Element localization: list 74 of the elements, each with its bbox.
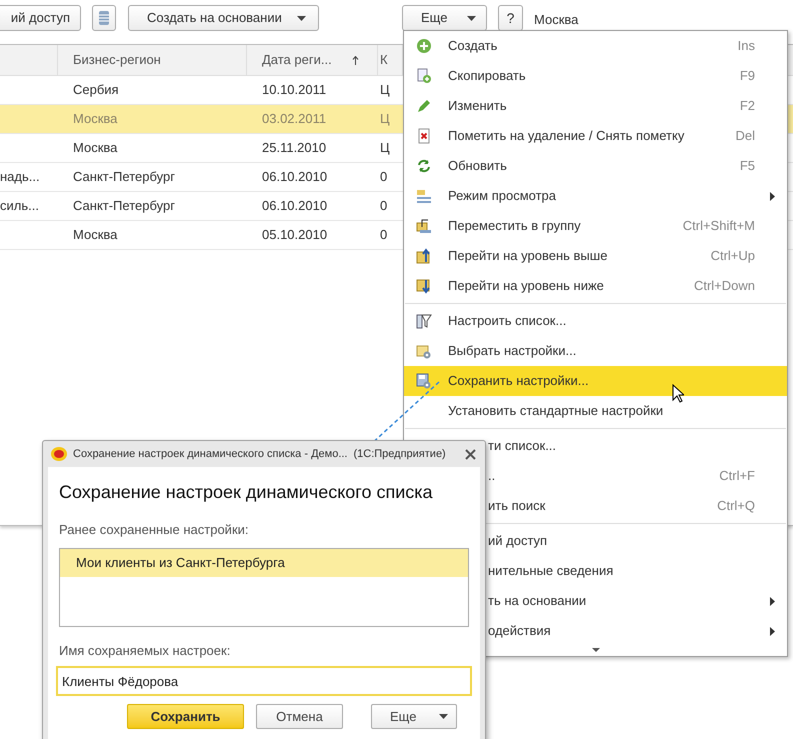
- table-cell-text: 25.11.2010: [262, 139, 326, 158]
- table-cell-text: Ц: [380, 81, 390, 100]
- table-cell-text: Санкт-Петербург: [73, 197, 175, 216]
- cancel-button[interactable]: Отмена: [256, 704, 343, 729]
- table-cell-text: 0: [380, 226, 388, 244]
- access-button[interactable]: ий доступ: [0, 5, 81, 31]
- shortcut-label: Ctrl+F: [719, 467, 755, 486]
- table-cell-text: силь...: [0, 197, 39, 216]
- table-cell-text: Санкт-Петербург: [73, 168, 175, 186]
- table-cell-text: Москва: [73, 226, 118, 244]
- menu-item[interactable]: Создать Ins: [404, 31, 787, 61]
- caret-icon: [297, 16, 306, 20]
- shortcut-label: Ctrl+Down: [694, 277, 755, 296]
- shortcut-label: Ins: [738, 37, 755, 56]
- menu-item[interactable]: Перейти на уровень ниже Ctrl+Down: [404, 271, 787, 301]
- folder-list-icon: [416, 188, 432, 204]
- menu-item[interactable]: Настроить список...: [404, 306, 787, 336]
- table-cell-text: 0: [380, 197, 388, 216]
- create-based-button[interactable]: Создать на основании: [128, 5, 319, 31]
- save-button[interactable]: Сохранить: [127, 704, 244, 729]
- folder-down-icon: [416, 278, 432, 294]
- close-icon[interactable]: [465, 448, 476, 460]
- move-to-folder-icon: [416, 218, 432, 234]
- more-button[interactable]: Еще: [402, 5, 487, 31]
- mouse-cursor-icon: [672, 384, 684, 403]
- table-cell-text: Москва: [73, 110, 118, 128]
- table-cell-text: Москва: [73, 139, 118, 158]
- name-input-field[interactable]: Клиенты Фёдорова: [56, 666, 472, 696]
- table-cell-text: 05.10.2010: [262, 226, 328, 244]
- help-button[interactable]: ?: [498, 5, 523, 31]
- delete-document-icon: [416, 128, 432, 144]
- menu-item[interactable]: Сохранить настройки...: [404, 366, 787, 396]
- table-cell-text: 06.10.2010: [262, 168, 328, 186]
- app-logo-icon: [51, 447, 67, 461]
- table-cell-text: Ц: [380, 110, 390, 128]
- table-cell-text: 06.10.2010: [262, 197, 328, 216]
- table-cell-text: 10.10.2011: [262, 81, 326, 100]
- window-title: Сохранение настроек динамического списка - Демо...: [73, 446, 348, 462]
- pencil-icon: [416, 98, 432, 114]
- field-label: Ранее сохраненные настройки:: [59, 521, 250, 539]
- column-header[interactable]: Бизнес-регион: [58, 45, 247, 75]
- caret-icon: [467, 16, 476, 20]
- menu-item[interactable]: Установить стандартные настройки: [404, 396, 787, 426]
- refresh-icon: [416, 158, 432, 174]
- table-cell-text: 0: [380, 168, 388, 186]
- window-title-app: (1С:Предприятие): [353, 446, 447, 462]
- scroll-down-icon: [592, 648, 600, 652]
- field-value: Москва: [534, 11, 578, 30]
- copy-document-icon: [416, 68, 432, 84]
- database-icon: [99, 11, 109, 25]
- table-cell-text: Сербия: [73, 81, 119, 100]
- submenu-arrow-icon: [770, 626, 775, 636]
- shortcut-label: Ctrl+Q: [717, 497, 755, 516]
- table-cell-text: 03.02.2011: [262, 110, 326, 128]
- table-cell-text: надь...: [0, 168, 40, 186]
- list-item[interactable]: Мои клиенты из Санкт-Петербурга: [60, 548, 468, 576]
- shortcut-label: Ctrl+Up: [710, 247, 755, 266]
- column-header[interactable]: Дата реги...: [247, 45, 378, 75]
- save-gear-icon: [416, 373, 432, 389]
- filter-list-icon: [416, 313, 432, 329]
- field-label: Имя сохраняемых настроек:: [59, 642, 232, 660]
- database-button[interactable]: [92, 5, 116, 31]
- saved-settings-list[interactable]: Мои клиенты из Санкт-Петербурга: [59, 548, 469, 626]
- more-button[interactable]: Еще: [371, 704, 457, 729]
- folder-gear-icon: [416, 343, 432, 359]
- table-cell-text: Ц: [380, 139, 390, 158]
- submenu-arrow-icon: [770, 192, 775, 200]
- submenu-arrow-icon: [770, 596, 775, 606]
- caret-icon: [439, 714, 448, 719]
- folder-up-icon: [416, 248, 432, 264]
- menu-item[interactable]: Выбрать настройки...: [404, 336, 787, 366]
- dialog-heading: Сохранение настроек динамического списка: [59, 481, 434, 504]
- sort-ascending-icon: [352, 56, 359, 64]
- plus-circle-icon: [416, 38, 432, 54]
